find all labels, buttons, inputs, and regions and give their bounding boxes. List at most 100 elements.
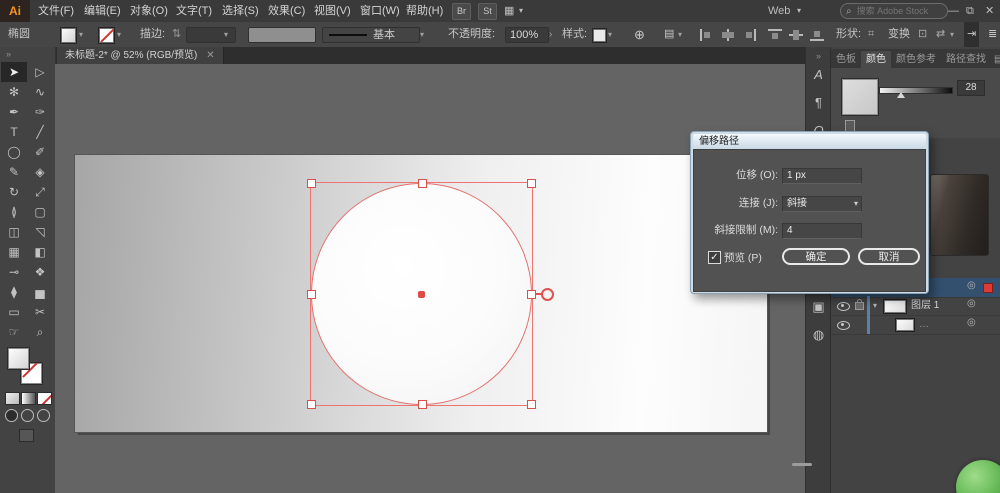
target-icon[interactable]: ◎ bbox=[967, 317, 976, 328]
menu-select[interactable]: 选择(S) bbox=[218, 0, 263, 22]
color-mode-button[interactable] bbox=[5, 392, 20, 405]
stock-button[interactable]: St bbox=[478, 3, 497, 20]
center-point[interactable] bbox=[418, 291, 425, 298]
handle-bottom-right[interactable] bbox=[527, 400, 536, 409]
menu-file[interactable]: 文件(F) bbox=[34, 0, 78, 22]
opacity-chevron-icon[interactable]: › bbox=[549, 22, 552, 47]
align-right-button[interactable] bbox=[742, 29, 756, 41]
gradient-mode-button[interactable] bbox=[21, 392, 36, 405]
cancel-button[interactable]: 取消 bbox=[858, 248, 920, 265]
curvature-tool[interactable]: ✑ bbox=[27, 102, 53, 122]
hand-tool[interactable]: ☞ bbox=[1, 322, 27, 342]
bounds-icon[interactable]: ⊡ bbox=[918, 22, 927, 47]
align-bottom-button[interactable] bbox=[810, 29, 824, 41]
align-hcenter-button[interactable] bbox=[721, 29, 735, 41]
restore-button[interactable]: ⧉ bbox=[966, 0, 974, 22]
mesh-tool[interactable]: ▦ bbox=[1, 242, 27, 262]
pencil-tool[interactable]: ✎ bbox=[1, 162, 27, 182]
layer-row-1[interactable]: ▾ 图层 1 ◎ bbox=[831, 296, 1000, 316]
symbols-panel-icon[interactable]: ◍ bbox=[806, 327, 831, 343]
offset-input[interactable]: 1 px bbox=[782, 168, 862, 184]
blend-tool[interactable]: ❖ bbox=[27, 262, 53, 282]
lock-icon[interactable] bbox=[855, 299, 864, 310]
fill-swatch[interactable] bbox=[60, 27, 77, 44]
ok-button[interactable]: 确定 bbox=[782, 248, 850, 265]
handle-bottom-center[interactable] bbox=[418, 400, 427, 409]
paintbrush-tool[interactable]: ✐ bbox=[27, 142, 53, 162]
draw-normal-button[interactable] bbox=[5, 409, 18, 422]
menu-edit[interactable]: 编辑(E) bbox=[80, 0, 125, 22]
fill-caret-icon[interactable]: ▾ bbox=[79, 22, 83, 47]
slice-tool[interactable]: ✂ bbox=[27, 302, 53, 322]
layer-thumbnail[interactable] bbox=[883, 299, 907, 314]
tools-panel-expander-icon[interactable]: » bbox=[6, 49, 11, 59]
style-caret-icon[interactable]: ▾ bbox=[608, 22, 612, 47]
stock-search[interactable]: ⌕ bbox=[840, 3, 948, 19]
minimize-button[interactable]: — bbox=[948, 0, 959, 22]
width-profile-dropdown[interactable] bbox=[248, 27, 316, 43]
graphic-styles-panel-icon[interactable]: ▣ bbox=[806, 299, 831, 315]
handle-top-center[interactable] bbox=[418, 179, 427, 188]
live-shape-widget[interactable] bbox=[535, 288, 554, 301]
bridge-button[interactable]: Br bbox=[452, 3, 471, 20]
arrange-icon[interactable]: ⇄ bbox=[936, 22, 945, 47]
style-swatch[interactable] bbox=[592, 28, 607, 43]
arrange-documents-caret-icon[interactable]: ▾ bbox=[519, 0, 523, 22]
k-slider-thumb[interactable] bbox=[897, 92, 905, 98]
shape-options-icon[interactable]: ⌗ bbox=[868, 22, 874, 47]
brush-definition-dropdown[interactable]: 基本 bbox=[322, 27, 420, 43]
preview-checkbox[interactable]: ✓ bbox=[708, 251, 721, 264]
fill-color-swatch[interactable] bbox=[7, 347, 30, 370]
free-transform-tool[interactable]: ▢ bbox=[27, 202, 53, 222]
brush-caret-icon[interactable]: ▾ bbox=[420, 22, 424, 47]
menu-view[interactable]: 视图(V) bbox=[310, 0, 355, 22]
character-panel-icon[interactable]: A bbox=[806, 67, 831, 82]
search-input[interactable] bbox=[854, 5, 935, 17]
visibility-eye-icon[interactable] bbox=[837, 302, 850, 311]
scrollbar-handle[interactable] bbox=[792, 463, 812, 466]
tab-color-guide[interactable]: 颜色参考 bbox=[891, 51, 941, 68]
document-setup-caret-icon[interactable]: ▾ bbox=[678, 22, 682, 47]
screen-mode-button[interactable] bbox=[19, 429, 34, 442]
stroke-stepper[interactable]: ⇅ bbox=[172, 22, 181, 47]
handle-top-right[interactable] bbox=[527, 179, 536, 188]
document-tab[interactable]: 未标题-2* @ 52% (RGB/预览) ✕ bbox=[57, 47, 224, 64]
target-icon[interactable]: ◎ bbox=[967, 280, 976, 291]
align-left-button[interactable] bbox=[700, 29, 714, 41]
gradient-preview[interactable] bbox=[931, 175, 988, 255]
type-tool[interactable]: T bbox=[1, 122, 27, 142]
pen-tool[interactable]: ✒ bbox=[1, 102, 27, 122]
align-vcenter-button[interactable] bbox=[789, 29, 803, 41]
document-tab-close-icon[interactable]: ✕ bbox=[206, 50, 214, 61]
direct-selection-tool[interactable]: ▷ bbox=[27, 62, 53, 82]
sublayer-name[interactable]: … bbox=[919, 315, 929, 334]
tab-swatches[interactable]: 色板 bbox=[831, 51, 861, 68]
sublayer-thumbnail[interactable] bbox=[895, 318, 915, 332]
miter-input[interactable]: 4 bbox=[782, 223, 862, 239]
stroke-weight-field[interactable] bbox=[186, 27, 236, 43]
zoom-tool[interactable]: ⌕ bbox=[27, 322, 53, 342]
menu-window[interactable]: 窗口(W) bbox=[356, 0, 404, 22]
document-setup-icon[interactable]: ▤ bbox=[664, 22, 674, 47]
opacity-field[interactable]: 100% bbox=[505, 27, 549, 43]
ellipse-tool[interactable]: ◯ bbox=[1, 142, 27, 162]
rotate-tool[interactable]: ↻ bbox=[1, 182, 27, 202]
transform-link[interactable]: 变换 bbox=[888, 22, 910, 47]
sublayer-row[interactable]: … ◎ bbox=[831, 315, 1000, 335]
symbol-sprayer-tool[interactable]: ⧫ bbox=[1, 282, 27, 302]
arrange-documents-icon[interactable]: ▦ bbox=[504, 0, 514, 22]
lasso-tool[interactable]: ∿ bbox=[27, 82, 53, 102]
k-value-field[interactable]: 28 bbox=[957, 80, 985, 96]
layer-name[interactable]: 图层 1 bbox=[911, 296, 939, 315]
handle-top-left[interactable] bbox=[307, 179, 316, 188]
column-graph-tool[interactable]: ▅ bbox=[27, 282, 53, 302]
close-button[interactable]: ✕ bbox=[985, 0, 994, 22]
dock-control-icon[interactable]: ⇥ bbox=[964, 22, 980, 47]
draw-behind-button[interactable] bbox=[21, 409, 34, 422]
draw-inside-button[interactable] bbox=[37, 409, 50, 422]
artboard-tool[interactable]: ▭ bbox=[1, 302, 27, 322]
width-tool[interactable]: ≬ bbox=[1, 202, 27, 222]
selection-tool[interactable]: ➤ bbox=[1, 62, 27, 82]
menu-effect[interactable]: 效果(C) bbox=[264, 0, 309, 22]
perspective-grid-tool[interactable]: ◹ bbox=[27, 222, 53, 242]
